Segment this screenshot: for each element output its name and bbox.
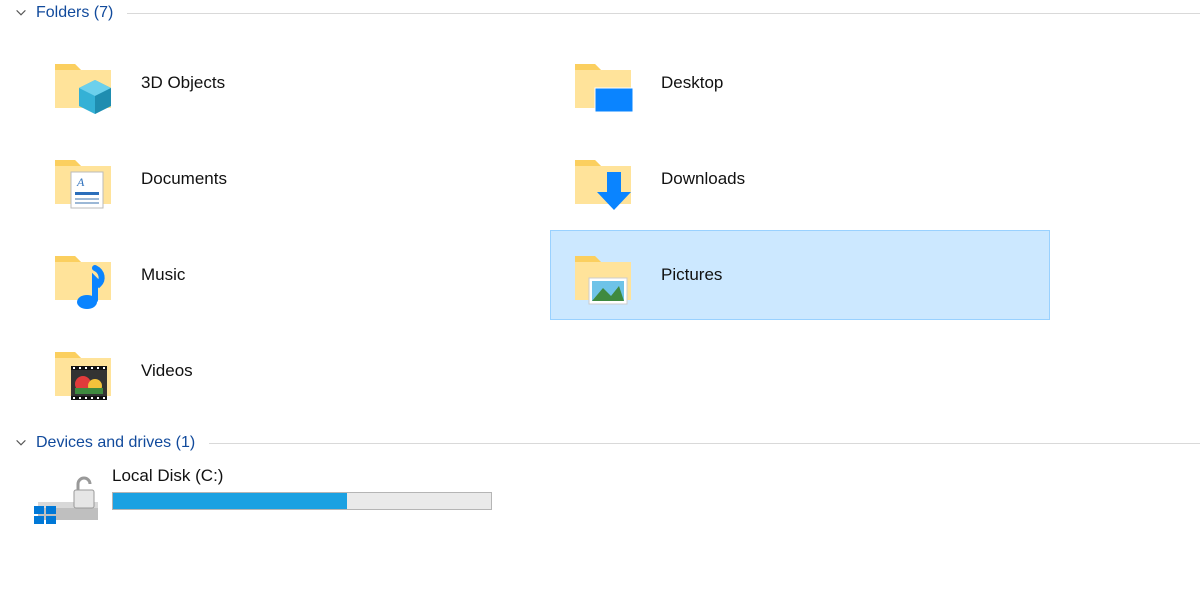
- drive-item-local-disk[interactable]: Local Disk (C:): [0, 456, 1200, 526]
- folder-icon-documents: A: [49, 144, 119, 214]
- folder-label: Desktop: [661, 73, 723, 93]
- folder-item-videos[interactable]: Videos: [30, 326, 530, 416]
- folder-label: Music: [141, 265, 185, 285]
- folder-icon-downloads: [569, 144, 639, 214]
- drive-label: Local Disk (C:): [112, 466, 492, 486]
- folder-label: 3D Objects: [141, 73, 225, 93]
- section-header-drives[interactable]: Devices and drives (1): [0, 430, 1200, 456]
- chevron-down-icon: [14, 6, 28, 20]
- folder-icon-3d-objects: [49, 48, 119, 118]
- folder-label: Videos: [141, 361, 193, 381]
- folder-item-desktop[interactable]: Desktop: [550, 38, 1050, 128]
- folders-grid: 3D Objects Desktop A Documents: [0, 26, 1200, 430]
- section-title-folders: Folders (7): [36, 4, 113, 22]
- drive-info: Local Disk (C:): [112, 466, 492, 510]
- drive-usage-bar: [112, 492, 492, 510]
- folder-label: Downloads: [661, 169, 745, 189]
- section-divider: [209, 443, 1200, 444]
- drive-icon: [34, 466, 106, 526]
- folder-item-pictures[interactable]: Pictures: [550, 230, 1050, 320]
- folder-icon-pictures: [569, 240, 639, 310]
- folder-icon-music: [49, 240, 119, 310]
- folder-item-documents[interactable]: A Documents: [30, 134, 530, 224]
- drive-usage-fill: [113, 493, 347, 509]
- folder-item-3d-objects[interactable]: 3D Objects: [30, 38, 530, 128]
- folder-label: Pictures: [661, 265, 722, 285]
- folder-icon-desktop: [569, 48, 639, 118]
- chevron-down-icon: [14, 436, 28, 450]
- section-title-drives: Devices and drives (1): [36, 434, 195, 452]
- svg-text:A: A: [76, 175, 85, 189]
- folder-item-music[interactable]: Music: [30, 230, 530, 320]
- folder-icon-videos: [49, 336, 119, 406]
- section-header-folders[interactable]: Folders (7): [0, 0, 1200, 26]
- section-divider: [127, 13, 1200, 14]
- folder-item-downloads[interactable]: Downloads: [550, 134, 1050, 224]
- folder-label: Documents: [141, 169, 227, 189]
